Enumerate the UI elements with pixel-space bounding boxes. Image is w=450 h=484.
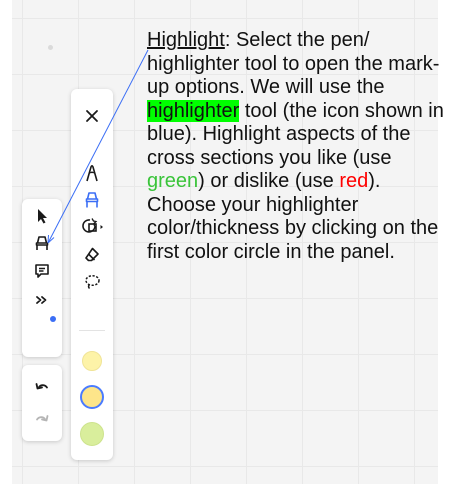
pen-tool-button[interactable] (29, 230, 55, 256)
shape-stamp-button[interactable] (79, 214, 105, 240)
pen-button[interactable] (79, 160, 105, 186)
close-icon (86, 110, 98, 122)
undo-button[interactable] (29, 375, 55, 401)
highlighter-icon (85, 192, 99, 208)
redo-button[interactable] (29, 407, 55, 433)
color-swatch-light-green[interactable] (80, 422, 104, 446)
eraser-icon (85, 247, 99, 262)
canvas-dot (48, 45, 53, 50)
close-markup-button[interactable] (79, 103, 105, 129)
color-swatch-light-yellow[interactable] (82, 351, 102, 371)
undo-icon (35, 383, 48, 390)
callout-title: Highlight (147, 29, 225, 51)
more-tools-button[interactable] (29, 287, 55, 313)
callout-highlighter-word: highlighter (147, 99, 240, 122)
instruction-callout: Highlight: Select the pen/ highlighter t… (147, 29, 447, 264)
double-chevron-right-icon (36, 296, 47, 304)
select-tool-button[interactable] (29, 203, 55, 229)
comment-icon (35, 264, 49, 278)
highlighter-button[interactable] (79, 187, 105, 213)
history-toolbar (22, 365, 62, 441)
callout-red-word: red (339, 170, 369, 192)
notification-dot (50, 316, 56, 322)
cursor-arrow-icon (38, 209, 47, 224)
highlighter-pen-icon (35, 236, 49, 250)
eraser-button[interactable] (79, 242, 105, 268)
lasso-button[interactable] (79, 269, 105, 295)
comment-tool-button[interactable] (29, 258, 55, 284)
shapes-icon (82, 218, 103, 233)
callout-text-3: ) or dislike (use (198, 170, 340, 192)
markup-panel (71, 89, 113, 460)
color-swatch-yellow-selected[interactable] (80, 385, 104, 409)
lasso-icon (85, 274, 100, 290)
main-toolbar (22, 199, 62, 357)
panel-divider (79, 330, 105, 331)
callout-green-word: green (147, 170, 199, 192)
pen-icon (86, 164, 98, 182)
redo-icon (36, 415, 49, 422)
